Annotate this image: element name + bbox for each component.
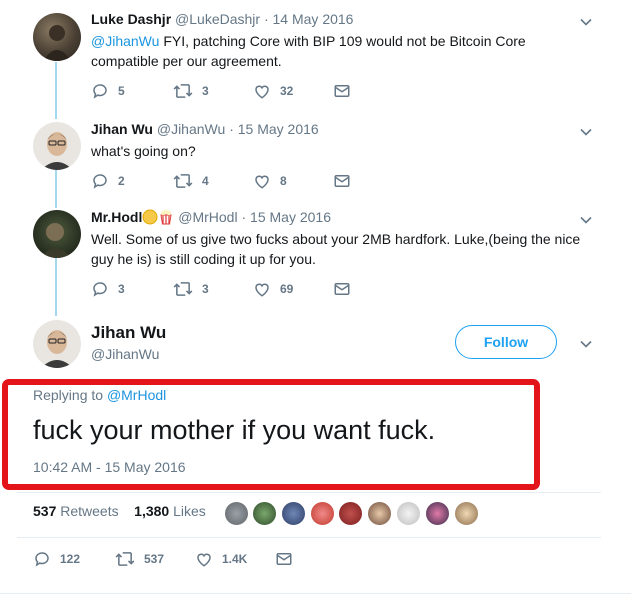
author-handle[interactable]: @LukeDashjr: [175, 11, 260, 27]
liker-avatar[interactable]: [396, 501, 421, 526]
divider: [17, 492, 601, 493]
chevron-down-icon[interactable]: [579, 15, 593, 29]
follow-button[interactable]: Follow: [455, 325, 557, 359]
author-handle[interactable]: @MrHodl: [178, 209, 237, 225]
reply-icon: [93, 84, 107, 99]
avatar[interactable]: [33, 210, 81, 258]
liker-avatar[interactable]: [224, 501, 249, 526]
tweet-header: Jihan Wu @JihanWu · 15 May 2016: [91, 121, 319, 137]
retweet-count: 3: [202, 84, 209, 98]
retweet-icon: [173, 174, 193, 188]
liker-avatar[interactable]: [425, 501, 450, 526]
retweet-button[interactable]: 4: [173, 172, 209, 190]
like-count: 1.4K: [222, 552, 248, 566]
direct-message-button[interactable]: [333, 82, 351, 100]
retweet-button[interactable]: 3: [173, 82, 209, 100]
reply-button[interactable]: 2: [91, 172, 125, 190]
retweet-button[interactable]: 537: [115, 550, 164, 568]
retweet-icon: [115, 552, 135, 566]
direct-message-button[interactable]: [333, 280, 351, 298]
like-icon: [255, 85, 269, 99]
direct-message-icon: [334, 283, 350, 295]
like-count: 69: [280, 282, 294, 296]
reply-button[interactable]: 3: [91, 280, 125, 298]
divider: [17, 537, 601, 538]
author-name[interactable]: Luke Dashjr: [91, 11, 171, 27]
likes-stat[interactable]: 1,380 Likes: [134, 503, 206, 519]
chevron-down-icon[interactable]: [579, 125, 593, 139]
reply-count: 3: [118, 282, 125, 296]
chevron-down-icon[interactable]: [579, 337, 593, 351]
like-count: 32: [280, 84, 294, 98]
coin-emoji-icon: [142, 209, 158, 225]
thread-tweet[interactable]: Luke Dashjr @LukeDashjr · 14 May 2016 @J…: [0, 0, 631, 110]
like-count: 8: [280, 174, 287, 188]
tweet-text: @JihanWu FYI, patching Core with BIP 109…: [91, 33, 526, 69]
like-button[interactable]: 8: [253, 172, 287, 190]
avatar[interactable]: [33, 122, 81, 170]
reply-count: 122: [60, 552, 81, 566]
retweet-count: 4: [202, 174, 209, 188]
retweet-icon: [173, 282, 193, 296]
thread-tweet[interactable]: Jihan Wu @JihanWu · 15 May 2016 what's g…: [0, 110, 631, 205]
tweet-text: what's going on?: [91, 143, 196, 159]
like-button[interactable]: 32: [253, 82, 293, 100]
divider: [0, 593, 631, 594]
like-icon: [197, 553, 211, 567]
like-icon: [255, 175, 269, 189]
liker-avatar[interactable]: [281, 501, 306, 526]
tweet-date[interactable]: 15 May 2016: [238, 121, 319, 137]
direct-message-icon: [276, 553, 292, 565]
main-author-handle[interactable]: @JihanWu: [91, 345, 159, 363]
reply-count: 2: [118, 174, 125, 188]
like-button[interactable]: 69: [253, 280, 293, 298]
like-button[interactable]: 1.4K: [195, 550, 247, 568]
retweets-stat[interactable]: 537 Retweets: [33, 503, 119, 519]
reply-button[interactable]: 122: [33, 550, 80, 568]
retweet-button[interactable]: 3: [173, 280, 209, 298]
liker-avatar[interactable]: [367, 501, 392, 526]
reply-icon: [93, 282, 107, 297]
mention-link[interactable]: @JihanWu: [91, 33, 159, 49]
reply-icon: [93, 174, 107, 189]
direct-message-button[interactable]: [275, 550, 293, 568]
tweet-date[interactable]: 14 May 2016: [273, 11, 354, 27]
tweet-header: Mr.Hodl @MrHodl · 15 May 2016: [91, 209, 331, 225]
liker-avatar[interactable]: [454, 501, 479, 526]
reply-icon: [35, 552, 49, 567]
like-icon: [255, 283, 269, 297]
main-avatar[interactable]: [33, 320, 81, 368]
reply-button[interactable]: 5: [91, 82, 125, 100]
tweet-text: Well. Some of us give two fucks about yo…: [91, 231, 581, 267]
highlight-box: [2, 379, 540, 490]
thread-tweet[interactable]: Mr.Hodl @MrHodl · 15 May 2016 Well. Some…: [0, 205, 631, 315]
retweet-icon: [173, 84, 193, 98]
direct-message-icon: [334, 175, 350, 187]
liker-avatar[interactable]: [310, 501, 335, 526]
author-name[interactable]: Jihan Wu: [91, 121, 153, 137]
main-author-name[interactable]: Jihan Wu: [91, 322, 166, 344]
chevron-down-icon[interactable]: [579, 213, 593, 227]
tweet-date[interactable]: 15 May 2016: [250, 209, 331, 225]
retweet-count: 537: [144, 552, 165, 566]
retweet-count: 3: [202, 282, 209, 296]
direct-message-button[interactable]: [333, 172, 351, 190]
author-handle[interactable]: @JihanWu: [157, 121, 225, 137]
main-tweet-actions: 122 537 1.4K: [33, 550, 433, 568]
reply-count: 5: [118, 84, 125, 98]
popcorn-emoji-icon: [160, 209, 172, 225]
avatar[interactable]: [33, 13, 81, 61]
direct-message-icon: [334, 85, 350, 97]
author-name[interactable]: Mr.Hodl: [91, 209, 142, 225]
liker-avatar[interactable]: [252, 501, 277, 526]
engagement-stats: 537 Retweets 1,380 Likes: [33, 503, 206, 519]
tweet-header: Luke Dashjr @LukeDashjr · 14 May 2016: [91, 11, 354, 27]
liker-avatar[interactable]: [338, 501, 363, 526]
